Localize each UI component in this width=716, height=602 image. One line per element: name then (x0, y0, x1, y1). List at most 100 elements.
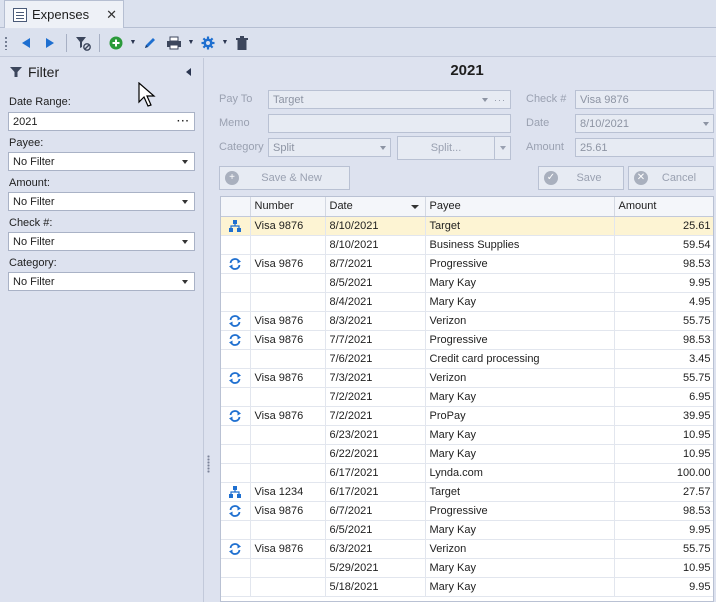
check-number-filter-value: No Filter (13, 235, 55, 248)
back-button[interactable] (14, 31, 38, 55)
table-row[interactable]: 8/5/2021 Mary Kay 9.95 (221, 273, 713, 293)
column-header-icon[interactable] (221, 197, 251, 217)
column-header-payee[interactable]: Payee (425, 197, 615, 217)
table-row[interactable]: Visa 9876 7/7/2021 Progressive 98.53 (221, 330, 713, 350)
column-header-amount[interactable]: Amount (614, 197, 713, 217)
toolbar: ▼ ▼ ▼ (0, 29, 716, 57)
table-row[interactable]: Visa 9876 6/3/2021 Verizon 55.75 (221, 539, 713, 559)
add-dropdown-caret[interactable]: ▼ (128, 31, 138, 55)
table-row[interactable]: Visa 1234 6/17/2021 Target 27.57 (221, 482, 713, 502)
check-number-field[interactable]: Visa 9876 (575, 90, 714, 109)
category-filter-select[interactable]: No Filter (8, 272, 195, 291)
row-icon-cell (221, 330, 251, 350)
print-dropdown-caret[interactable]: ▼ (186, 31, 196, 55)
table-row[interactable]: Visa 9876 7/3/2021 Verizon 55.75 (221, 368, 713, 388)
forward-button[interactable] (38, 31, 62, 55)
cell-number (250, 558, 326, 578)
cell-date: 8/5/2021 (325, 273, 426, 293)
save-and-new-button[interactable]: + Save & New (219, 166, 350, 190)
settings-button[interactable] (196, 31, 220, 55)
cell-amount: 10.95 (614, 444, 713, 464)
table-row[interactable]: 6/23/2021 Mary Kay 10.95 (221, 425, 713, 445)
amount-filter-select[interactable]: No Filter (8, 192, 195, 211)
pay-to-label: Pay To (219, 93, 253, 105)
cell-number (250, 577, 326, 597)
date-field[interactable]: 8/10/2021 (575, 114, 714, 133)
panel-splitter[interactable] (207, 455, 210, 473)
clear-filter-button[interactable] (71, 31, 95, 55)
cell-payee: Mary Kay (425, 577, 615, 597)
column-header-number[interactable]: Number (250, 197, 326, 217)
split-button-label: Split... (430, 142, 462, 154)
memo-field[interactable] (268, 114, 511, 133)
amount-value: 25.61 (580, 141, 608, 154)
table-row[interactable]: 8/4/2021 Mary Kay 4.95 (221, 292, 713, 312)
delete-button[interactable] (230, 31, 254, 55)
cancel-button[interactable]: ✕ Cancel (628, 166, 714, 190)
table-row[interactable]: 6/5/2021 Mary Kay 9.95 (221, 520, 713, 540)
expenses-grid[interactable]: Number Date Payee Amount Visa 9876 8/10/2… (220, 196, 714, 602)
category-select[interactable]: Split (268, 138, 391, 157)
table-row[interactable]: 8/10/2021 Business Supplies 59.54 (221, 235, 713, 255)
cell-date: 6/17/2021 (325, 482, 426, 502)
grid-header-row: Number Date Payee Amount (221, 197, 713, 217)
cell-number (250, 349, 326, 369)
edit-button[interactable] (138, 31, 162, 55)
cell-date: 5/18/2021 (325, 577, 426, 597)
table-row[interactable]: 6/17/2021 Lynda.com 100.00 (221, 463, 713, 483)
table-row[interactable]: 6/22/2021 Mary Kay 10.95 (221, 444, 713, 464)
pay-to-ellipsis-icon[interactable]: ··· (494, 95, 506, 105)
close-icon[interactable]: ✕ (106, 7, 117, 23)
cell-amount: 25.61 (614, 216, 713, 236)
split-button-divider (494, 137, 495, 159)
toolbar-grip[interactable] (4, 35, 8, 50)
row-icon-cell (221, 387, 251, 407)
document-icon (13, 7, 27, 22)
chevron-down-icon[interactable] (500, 146, 506, 150)
cell-number: Visa 1234 (250, 482, 326, 502)
cell-payee: Target (425, 482, 615, 502)
table-row[interactable]: Visa 9876 6/7/2021 Progressive 98.53 (221, 501, 713, 521)
table-row[interactable]: Visa 9876 8/7/2021 Progressive 98.53 (221, 254, 713, 274)
date-range-ellipsis-button[interactable]: ··· (177, 116, 190, 127)
cell-amount: 100.00 (614, 463, 713, 483)
toolbar-separator (66, 33, 67, 52)
cell-payee: Verizon (425, 311, 615, 331)
cell-payee: Progressive (425, 254, 615, 274)
table-row[interactable]: Visa 9876 8/10/2021 Target 25.61 (221, 216, 713, 236)
table-row[interactable]: 7/2/2021 Mary Kay 6.95 (221, 387, 713, 407)
table-row[interactable]: 5/18/2021 Mary Kay 9.95 (221, 577, 713, 597)
payee-filter-select[interactable]: No Filter (8, 152, 195, 171)
amount-field[interactable]: 25.61 (575, 138, 714, 157)
table-row[interactable]: Visa 9876 7/2/2021 ProPay 39.95 (221, 406, 713, 426)
print-icon (167, 36, 181, 49)
tab-expenses[interactable]: Expenses ✕ (4, 0, 124, 28)
add-button[interactable] (104, 31, 128, 55)
print-button[interactable] (162, 31, 186, 55)
cell-payee: Mary Kay (425, 387, 615, 407)
settings-dropdown-caret[interactable]: ▼ (220, 31, 230, 55)
cell-number: Visa 9876 (250, 311, 326, 331)
cell-payee: Mary Kay (425, 425, 615, 445)
check-number-field-label: Check # (526, 93, 567, 105)
table-row[interactable]: Visa 9876 8/3/2021 Verizon 55.75 (221, 311, 713, 331)
cell-amount: 9.95 (614, 273, 713, 293)
memo-label: Memo (219, 117, 250, 129)
save-button[interactable]: ✓ Save (538, 166, 624, 190)
cell-date: 8/10/2021 (325, 235, 426, 255)
cell-payee: Progressive (425, 330, 615, 350)
table-row[interactable]: 5/29/2021 Mary Kay 10.95 (221, 558, 713, 578)
cell-date: 6/22/2021 (325, 444, 426, 464)
collapse-panel-icon[interactable] (186, 68, 191, 76)
date-range-field[interactable]: 2021 ··· (8, 112, 195, 131)
chevron-down-icon[interactable] (482, 97, 488, 102)
delete-icon (236, 35, 248, 50)
split-button[interactable]: Split... (397, 136, 511, 160)
table-row[interactable]: 7/6/2021 Credit card processing 3.45 (221, 349, 713, 369)
mouse-cursor-icon (138, 82, 156, 107)
cell-amount: 27.57 (614, 482, 713, 502)
column-header-date[interactable]: Date (325, 197, 426, 217)
settings-icon (201, 36, 215, 49)
pay-to-field[interactable]: Target ··· (268, 90, 511, 109)
check-number-filter-select[interactable]: No Filter (8, 232, 195, 251)
